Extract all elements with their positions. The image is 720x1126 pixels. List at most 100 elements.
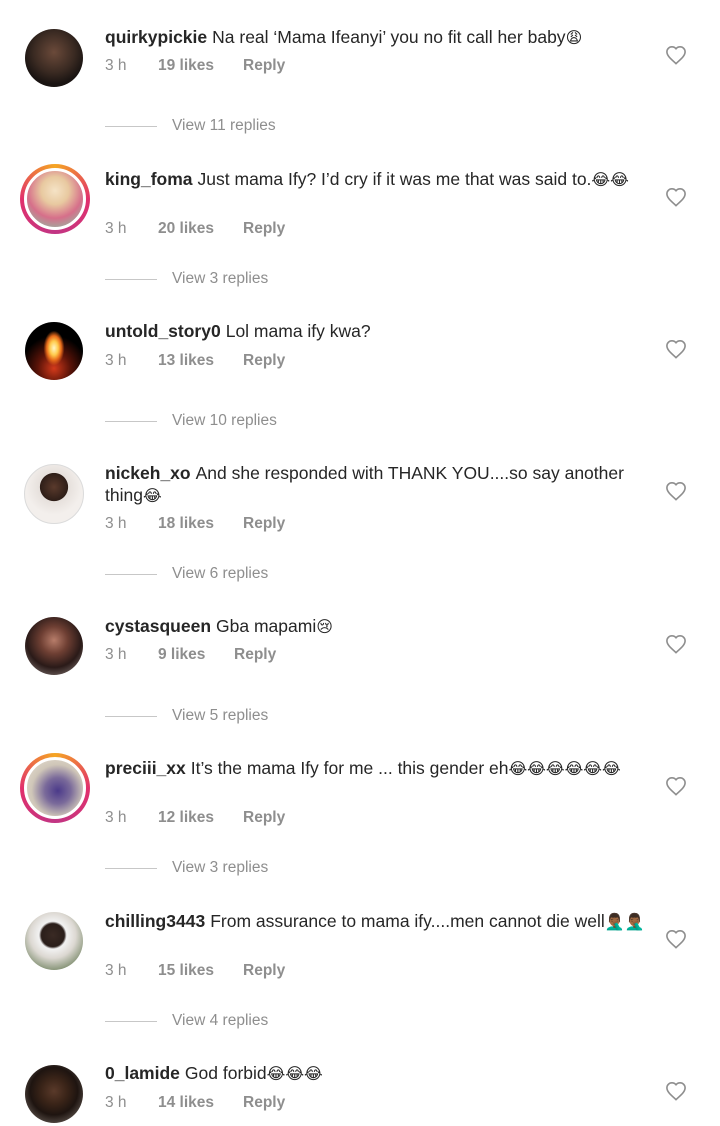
comment-meta: 3 h 12 likes Reply — [105, 809, 285, 827]
comment-username[interactable]: preciii_xx — [105, 758, 186, 778]
avatar[interactable] — [20, 753, 90, 823]
comment-username[interactable]: nickeh_xo — [105, 463, 191, 483]
avatar[interactable] — [22, 319, 86, 383]
avatar-image — [24, 168, 86, 230]
heart-icon[interactable] — [665, 339, 687, 359]
reply-button[interactable]: Reply — [243, 220, 285, 238]
comment-emoji: 😂😂😂😂😂😂 — [508, 759, 621, 778]
comment-meta: 3 h 18 likes Reply — [105, 515, 285, 533]
divider-line — [105, 1020, 157, 1022]
avatar[interactable] — [22, 1062, 86, 1126]
comment-username[interactable]: cystasqueen — [105, 616, 211, 636]
comment-meta: 3 h 15 likes Reply — [105, 962, 285, 980]
reply-button[interactable]: Reply — [243, 1094, 285, 1112]
reply-button[interactable]: Reply — [243, 809, 285, 827]
reply-button[interactable]: Reply — [243, 962, 285, 980]
comment-meta: 3 h 14 likes Reply — [105, 1094, 285, 1112]
comment-text: chilling3443 From assurance to mama ify..… — [105, 910, 645, 933]
comment-time: 3 h — [105, 1094, 127, 1111]
comment-emoji: 😂 — [142, 486, 162, 505]
comment-meta: 3 h 9 likes Reply — [105, 646, 276, 664]
view-replies-label: View 6 replies — [172, 565, 269, 582]
comment-likes[interactable]: 12 likes — [158, 809, 243, 827]
view-replies-label: View 3 replies — [172, 859, 269, 876]
avatar-image — [25, 29, 83, 87]
divider-line — [105, 278, 157, 280]
view-replies-label: View 3 replies — [172, 270, 269, 287]
comment-username[interactable]: untold_story0 — [105, 321, 221, 341]
heart-icon[interactable] — [665, 45, 687, 65]
heart-icon[interactable] — [665, 481, 687, 501]
comment-username[interactable]: quirkypickie — [105, 27, 207, 47]
comment-meta: 3 h 20 likes Reply — [105, 220, 285, 238]
heart-icon[interactable] — [665, 1081, 687, 1101]
comment-username[interactable]: chilling3443 — [105, 911, 205, 931]
comment-body: God forbid — [184, 1063, 267, 1083]
avatar-image — [25, 1065, 83, 1123]
heart-icon[interactable] — [665, 187, 687, 207]
view-replies-link[interactable]: View 5 replies — [105, 707, 268, 725]
reply-button[interactable]: Reply — [243, 352, 285, 370]
avatar[interactable] — [20, 164, 90, 234]
comment-likes[interactable]: 9 likes — [158, 646, 234, 664]
heart-icon[interactable] — [665, 634, 687, 654]
view-replies-link[interactable]: View 4 replies — [105, 1012, 268, 1030]
comment-emoji: 😩 — [565, 28, 583, 47]
comment-likes[interactable]: 20 likes — [158, 220, 243, 238]
avatar[interactable] — [22, 26, 86, 90]
comment-time: 3 h — [105, 809, 127, 826]
avatar[interactable] — [22, 614, 86, 678]
comment-username[interactable]: 0_lamide — [105, 1063, 180, 1083]
comment-emoji: 😂😂😂 — [266, 1064, 323, 1083]
view-replies-label: View 11 replies — [172, 117, 276, 134]
comment-likes[interactable]: 13 likes — [158, 352, 243, 370]
comment-time: 3 h — [105, 220, 127, 237]
view-replies-label: View 5 replies — [172, 707, 269, 724]
comment-body: Na real ‘Mama Ifeanyi’ you no fit call h… — [212, 27, 566, 47]
comment-likes[interactable]: 19 likes — [158, 57, 243, 75]
divider-line — [105, 125, 157, 127]
comment-emoji: 😂😂 — [591, 170, 629, 189]
comment-likes[interactable]: 18 likes — [158, 515, 243, 533]
comment-time: 3 h — [105, 962, 127, 979]
avatar-image — [25, 322, 83, 380]
divider-line — [105, 867, 157, 869]
comment-time: 3 h — [105, 57, 127, 74]
comment-text: 0_lamide God forbid😂😂😂 — [105, 1062, 640, 1085]
view-replies-link[interactable]: View 10 replies — [105, 412, 277, 430]
comment-body: Just mama Ify? I’d cry if it was me that… — [197, 169, 592, 189]
view-replies-link[interactable]: View 11 replies — [105, 117, 276, 135]
comment-text: quirkypickie Na real ‘Mama Ifeanyi’ you n… — [105, 26, 640, 49]
comment-body: Lol mama ify kwa? — [225, 321, 371, 341]
comment-emoji: 🤦🏾‍♂️🤦🏾‍♂️ — [604, 912, 645, 931]
avatar-image — [24, 757, 86, 819]
comment-text: preciii_xx It’s the mama Ify for me ... t… — [105, 757, 640, 780]
heart-icon[interactable] — [665, 776, 687, 796]
comment-likes[interactable]: 15 likes — [158, 962, 243, 980]
view-replies-link[interactable]: View 6 replies — [105, 565, 268, 583]
divider-line — [105, 715, 157, 717]
comment-meta: 3 h 13 likes Reply — [105, 352, 285, 370]
view-replies-label: View 10 replies — [172, 412, 277, 429]
avatar[interactable] — [22, 462, 86, 526]
avatar-image — [24, 464, 84, 524]
reply-button[interactable]: Reply — [243, 57, 285, 75]
comment-username[interactable]: king_foma — [105, 169, 193, 189]
heart-icon[interactable] — [665, 929, 687, 949]
comment-emoji: 😢 — [316, 617, 333, 636]
comment-likes[interactable]: 14 likes — [158, 1094, 243, 1112]
comment-time: 3 h — [105, 515, 127, 532]
avatar-image — [25, 617, 83, 675]
avatar[interactable] — [22, 909, 86, 973]
avatar-image — [25, 912, 83, 970]
comment-body: It’s the mama Ify for me ... this gender… — [190, 758, 509, 778]
comment-body: Gba mapami — [216, 616, 317, 636]
view-replies-link[interactable]: View 3 replies — [105, 859, 268, 877]
reply-button[interactable]: Reply — [243, 515, 285, 533]
comment-time: 3 h — [105, 352, 127, 369]
view-replies-link[interactable]: View 3 replies — [105, 270, 268, 288]
reply-button[interactable]: Reply — [234, 646, 276, 664]
comment-text: untold_story0 Lol mama ify kwa? — [105, 320, 640, 342]
comment-meta: 3 h 19 likes Reply — [105, 57, 285, 75]
comment-time: 3 h — [105, 646, 127, 663]
